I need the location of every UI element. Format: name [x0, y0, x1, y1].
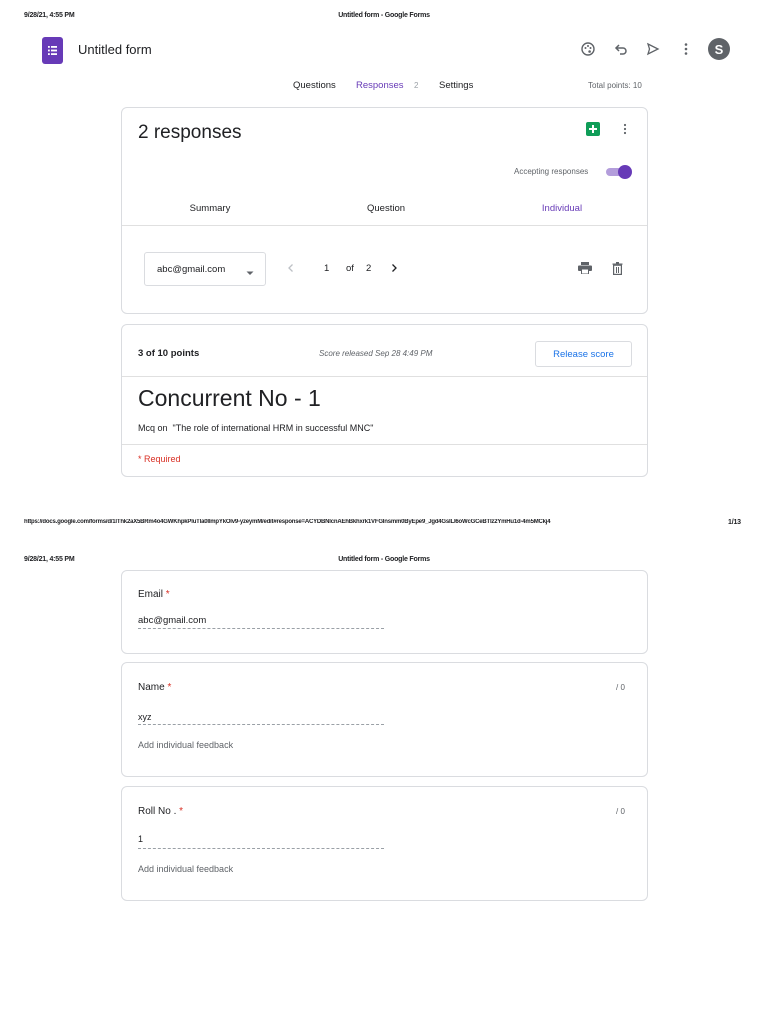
print-page-number: 1/13 — [728, 519, 741, 526]
tab-questions[interactable]: Questions — [293, 80, 336, 91]
palette-icon[interactable] — [579, 40, 597, 58]
question-label: Roll No . * — [138, 806, 183, 817]
more-vert-icon[interactable] — [678, 40, 694, 58]
delete-icon[interactable] — [610, 260, 624, 276]
responses-count-badge: 2 — [414, 81, 419, 90]
answer-underline — [138, 848, 384, 849]
question-title: Roll No . — [138, 806, 177, 817]
accepting-responses-label: Accepting responses — [514, 167, 589, 176]
question-title: Email — [138, 589, 164, 600]
send-icon[interactable] — [644, 40, 662, 58]
form-header-card: 3 of 10 points Score released Sep 28 4:4… — [121, 324, 648, 477]
avatar[interactable]: S — [708, 38, 730, 60]
selected-email: abc@gmail.com — [157, 264, 226, 275]
question-points: / 0 — [616, 807, 625, 816]
answer-text: 1 — [138, 834, 144, 844]
tab-settings[interactable]: Settings — [439, 80, 473, 91]
dropdown-arrow-icon — [245, 265, 255, 283]
question-label: Email * — [138, 589, 170, 600]
question-label: Name * — [138, 682, 171, 693]
subtab-divider — [122, 225, 647, 226]
accepting-responses-toggle[interactable] — [606, 165, 632, 179]
forms-app-icon[interactable] — [42, 37, 63, 64]
answer-text: xyz — [138, 712, 152, 722]
current-response-number: 1 — [324, 263, 330, 274]
required-note: * Required — [138, 454, 181, 464]
required-asterisk: * — [167, 682, 172, 693]
answer-text: abc@gmail.com — [138, 615, 207, 626]
answer-underline — [138, 724, 384, 725]
total-points: Total points: 10 — [588, 81, 642, 90]
form-title-header[interactable]: Untitled form — [78, 42, 152, 57]
release-score-button[interactable]: Release score — [535, 341, 632, 367]
add-feedback-link[interactable]: Add individual feedback — [138, 740, 233, 750]
required-asterisk: * — [165, 589, 170, 600]
of-label: of — [346, 263, 354, 274]
question-card-email: Email * abc@gmail.com — [121, 570, 648, 654]
sheets-icon[interactable] — [586, 122, 600, 136]
form-title: Concurrent No - 1 — [138, 385, 321, 411]
chevron-right-icon[interactable] — [387, 261, 401, 275]
question-points: / 0 — [616, 683, 625, 692]
total-responses: 2 — [366, 263, 372, 274]
responses-heading: 2 responses — [138, 122, 242, 143]
responses-card: 2 responses Accepting responses Summary … — [121, 107, 648, 314]
answer-underline — [138, 628, 384, 629]
print-icon[interactable] — [577, 261, 593, 275]
score-points: 3 of 10 points — [138, 348, 200, 359]
response-email-select[interactable]: abc@gmail.com — [144, 252, 266, 286]
tab-responses[interactable]: Responses — [356, 80, 404, 91]
print-title-2: Untitled form - Google Forms — [338, 556, 430, 563]
subtab-individual[interactable]: Individual — [474, 203, 650, 214]
score-released-text: Score released Sep 28 4:49 PM — [319, 349, 433, 358]
print-url: https://docs.google.com/forms/d/1lThk2aX… — [24, 519, 551, 525]
subtab-question[interactable]: Question — [298, 203, 474, 214]
chevron-left-icon[interactable] — [284, 261, 298, 275]
card-more-vert-icon[interactable] — [618, 122, 632, 136]
question-card-roll-no: Roll No . * / 0 1 Add individual feedbac… — [121, 786, 648, 901]
description-divider — [122, 444, 647, 445]
undo-icon[interactable] — [612, 40, 630, 58]
subtab-summary[interactable]: Summary — [122, 203, 298, 214]
question-card-name: Name * / 0 xyz Add individual feedback — [121, 662, 648, 777]
print-title: Untitled form - Google Forms — [338, 12, 430, 19]
form-description: Mcq on "The role of international HRM in… — [138, 423, 374, 433]
required-asterisk: * — [179, 806, 184, 817]
add-feedback-link[interactable]: Add individual feedback — [138, 864, 233, 874]
question-title: Name — [138, 682, 165, 693]
score-divider — [122, 376, 647, 377]
